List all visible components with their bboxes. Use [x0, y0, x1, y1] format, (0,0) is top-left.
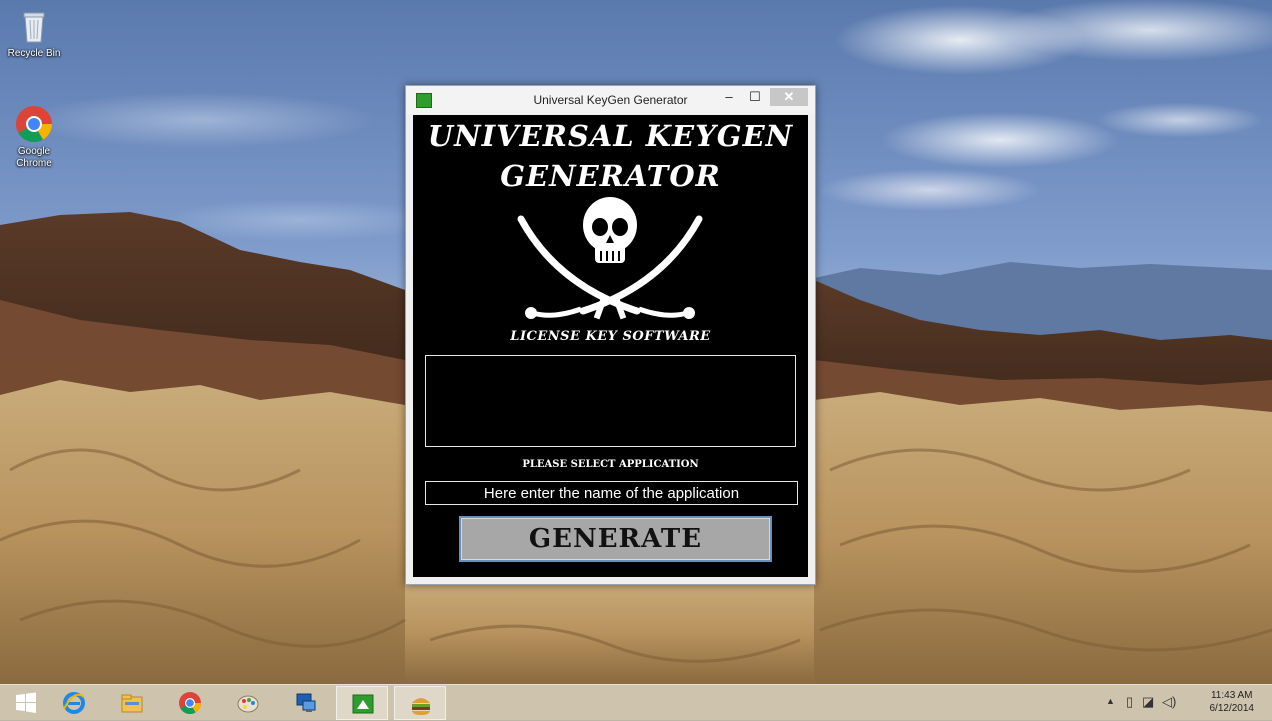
maximize-button[interactable]: ☐ [746, 88, 764, 106]
taskbar: ▲ ▯ ◪ ◁) 11:43 AM 6/12/2014 [0, 684, 1272, 721]
generate-button[interactable]: GENERATE [459, 516, 772, 562]
taskbar-chrome[interactable] [164, 686, 216, 720]
burger-app-icon [412, 698, 430, 715]
recycle-bin-icon [14, 6, 54, 46]
license-subtitle: LICENSE KEY SOFTWARE [510, 329, 711, 344]
taskbar-paint[interactable] [222, 686, 274, 720]
select-application-label: PLEASE SELECT APPLICATION [522, 459, 699, 470]
application-name-input[interactable] [425, 481, 798, 505]
taskbar-file-explorer[interactable] [106, 686, 158, 720]
taskbar-burger-app[interactable] [394, 686, 446, 720]
clock-date: 6/12/2014 [1209, 703, 1255, 714]
windows-start-icon [16, 692, 36, 713]
keygen-app-icon [352, 694, 374, 714]
skull-crossed-swords-icon [517, 197, 703, 320]
system-tray: ▲ ▯ ◪ ◁) 11:43 AM 6/12/2014 [1102, 685, 1272, 721]
clock-time: 11:43 AM [1210, 690, 1253, 701]
desktop-icon-google-chrome[interactable]: Google Chrome [2, 104, 66, 170]
taskbar-keygen-app[interactable] [336, 686, 388, 720]
network-icon[interactable]: ◪ [1142, 694, 1154, 710]
window-client-area: UNIVERSAL KEYGEN GENERATOR LICENSE KEY S… [413, 115, 808, 577]
file-explorer-icon [121, 694, 143, 713]
close-button[interactable]: ✕ [770, 88, 808, 106]
paint-icon [237, 695, 259, 713]
heading-line-2: GENERATOR [500, 159, 721, 193]
desktop-icon-recycle-bin[interactable]: Recycle Bin [2, 6, 66, 60]
heading-line-1: UNIVERSAL KEYGEN [427, 119, 794, 153]
volume-icon[interactable]: ◁) [1162, 694, 1176, 710]
chrome-icon [179, 692, 201, 714]
taskbar-remote-desktop[interactable] [280, 686, 332, 720]
key-output-box[interactable] [425, 355, 796, 447]
window-titlebar[interactable]: Universal KeyGen Generator – ☐ ✕ [406, 86, 815, 114]
desktop-icon-label: Google Chrome [16, 146, 52, 169]
keygen-window: Universal KeyGen Generator – ☐ ✕ UNIVERS… [405, 85, 816, 585]
chrome-icon [14, 104, 54, 144]
battery-icon[interactable]: ▯ [1126, 694, 1133, 710]
show-hidden-icons[interactable]: ▲ [1106, 696, 1115, 706]
minimize-button[interactable]: – [720, 88, 738, 106]
desktop-icon-label: Recycle Bin [7, 48, 61, 59]
clock[interactable]: 11:43 AM 6/12/2014 [1210, 689, 1255, 715]
remote-desktop-icon [296, 693, 316, 712]
start-button[interactable] [0, 686, 52, 720]
internet-explorer-icon [63, 692, 85, 714]
taskbar-internet-explorer[interactable] [48, 686, 100, 720]
